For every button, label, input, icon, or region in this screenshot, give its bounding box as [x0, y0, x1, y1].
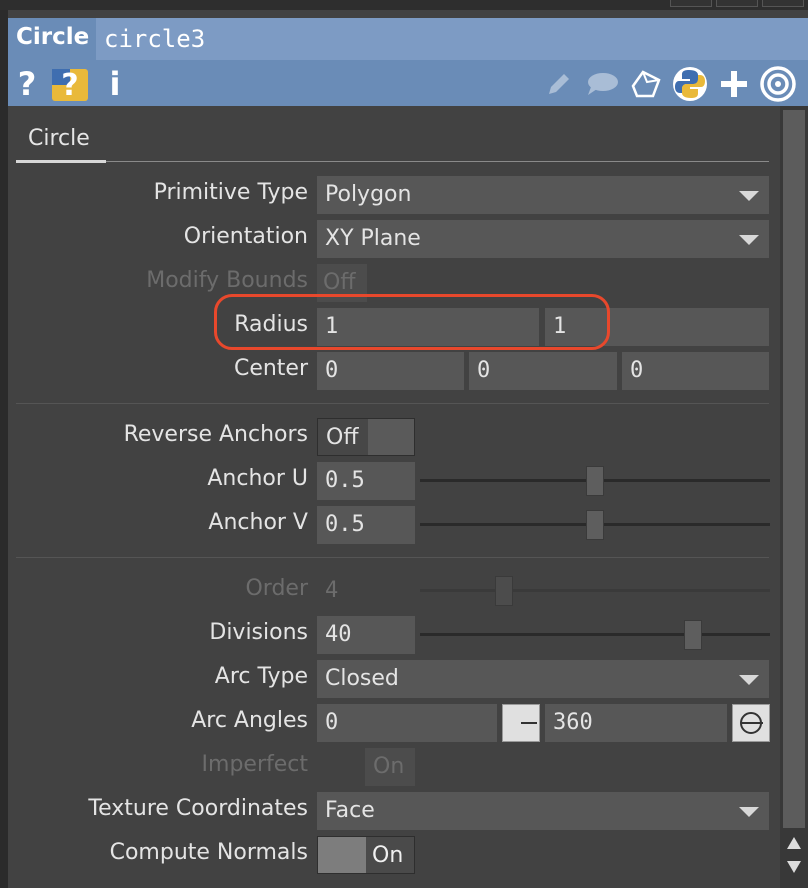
python-icon[interactable] — [670, 64, 710, 104]
circle-arc-icon — [740, 712, 763, 734]
orientation-value: XY Plane — [325, 226, 421, 251]
arc-type-label: Arc Type — [214, 664, 308, 689]
anchor-u-label: Anchor U — [207, 466, 308, 491]
window-button[interactable] — [716, 0, 758, 7]
svg-text:?: ? — [61, 68, 78, 103]
modify-bounds-label: Modify Bounds — [146, 268, 308, 293]
scroll-down-icon[interactable] — [785, 858, 803, 876]
scroll-up-icon[interactable] — [785, 834, 803, 852]
clone-icon[interactable] — [628, 64, 664, 104]
anchor-u-slider-thumb[interactable] — [586, 466, 604, 496]
orientation-menu[interactable]: XY Plane — [317, 220, 769, 258]
chevron-down-icon — [739, 191, 759, 201]
tab-active-underline — [16, 160, 106, 163]
order-label: Order — [245, 576, 308, 601]
texture-coordinates-menu[interactable]: Face — [317, 792, 769, 830]
center-x-field[interactable]: 0 — [317, 352, 464, 390]
center-y-field[interactable]: 0 — [469, 352, 617, 390]
order-field[interactable]: 4 — [317, 572, 415, 610]
tab-divider — [16, 161, 769, 162]
comment-icon[interactable] — [584, 64, 620, 104]
texture-coordinates-value: Face — [325, 798, 375, 823]
primitive-type-label: Primitive Type — [153, 180, 308, 205]
tab-circle[interactable]: Circle — [28, 126, 90, 151]
reverse-anchors-toggle[interactable]: Off — [317, 418, 415, 456]
texture-coordinates-label: Texture Coordinates — [88, 796, 308, 821]
info-icon[interactable]: i — [104, 64, 126, 104]
imperfect-label: Imperfect — [201, 752, 308, 777]
anchor-v-label: Anchor V — [208, 510, 308, 535]
compute-normals-label: Compute Normals — [109, 840, 308, 865]
center-z-field[interactable]: 0 — [622, 352, 769, 390]
arc-angle-end-field[interactable]: 360 — [545, 704, 727, 742]
chevron-down-icon — [739, 807, 759, 817]
arc-angle-button[interactable] — [732, 704, 770, 742]
anchor-v-slider-thumb[interactable] — [586, 510, 604, 540]
divisions-field[interactable]: 40 — [317, 616, 415, 654]
orientation-label: Orientation — [183, 224, 308, 249]
window-button[interactable] — [670, 0, 712, 7]
help-icon[interactable]: ? — [14, 64, 40, 104]
radius-highlight — [214, 294, 610, 350]
center-label: Center — [233, 356, 308, 381]
order-slider-thumb[interactable] — [495, 576, 513, 606]
node-name-field[interactable]: circle3 — [96, 18, 808, 60]
arc-dash-button[interactable] — [502, 704, 540, 742]
section-divider — [16, 557, 769, 558]
python-help-icon[interactable]: ? — [50, 64, 90, 104]
scrollbar-thumb[interactable] — [783, 110, 805, 828]
primitive-type-value: Polygon — [325, 182, 412, 207]
compute-normals-value: On — [366, 837, 414, 873]
section-divider — [16, 403, 769, 404]
arc-angle-start-field[interactable]: 0 — [317, 704, 497, 742]
pencil-icon[interactable] — [544, 64, 574, 104]
divisions-label: Divisions — [209, 620, 308, 645]
arc-angles-label: Arc Angles — [191, 708, 308, 733]
primitive-type-menu[interactable]: Polygon — [317, 176, 769, 214]
compute-normals-toggle[interactable]: On — [317, 836, 415, 874]
arc-type-value: Closed — [325, 666, 399, 691]
arc-type-menu[interactable]: Closed — [317, 660, 769, 698]
order-slider-track[interactable] — [420, 589, 770, 592]
plus-icon[interactable] — [716, 64, 752, 104]
reverse-anchors-value: Off — [318, 419, 368, 455]
dash-icon — [521, 722, 537, 724]
anchor-v-field[interactable]: 0.5 — [317, 506, 415, 544]
chevron-down-icon — [739, 675, 759, 685]
imperfect-toggle[interactable]: On — [365, 748, 415, 786]
anchor-u-field[interactable]: 0.5 — [317, 462, 415, 500]
operator-type-label: Circle — [16, 24, 90, 50]
divisions-slider-track[interactable] — [420, 633, 770, 636]
chevron-down-icon — [739, 235, 759, 245]
divisions-slider-thumb[interactable] — [684, 620, 702, 650]
reverse-anchors-label: Reverse Anchors — [123, 422, 308, 447]
target-icon[interactable] — [758, 64, 798, 104]
window-button[interactable] — [762, 0, 804, 7]
